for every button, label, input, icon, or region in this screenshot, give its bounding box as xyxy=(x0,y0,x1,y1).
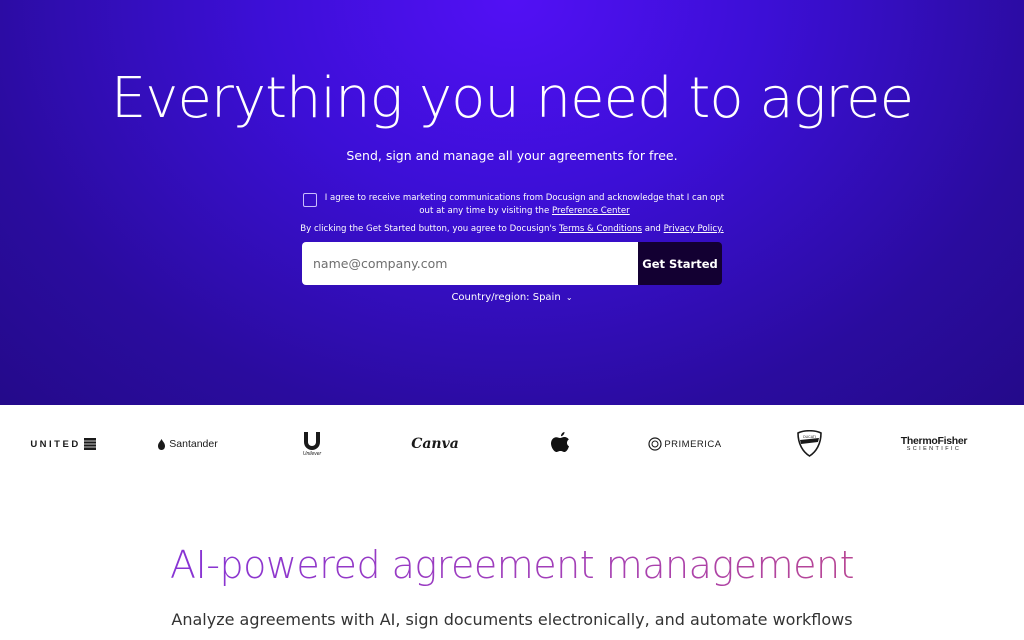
country-region-selector[interactable]: Country/region: Spain ⌄ xyxy=(0,292,1024,303)
hero-section: Everything you need to agree Send, sign … xyxy=(0,0,1024,405)
email-input[interactable] xyxy=(302,242,638,285)
privacy-link[interactable]: Privacy Policy. xyxy=(664,224,724,234)
region-label: Country/region: xyxy=(451,292,530,303)
ducati-wordmark: DUCATI xyxy=(803,435,816,439)
marketing-consent-checkbox[interactable] xyxy=(303,193,317,207)
united-logo: UNITED xyxy=(29,429,97,459)
preference-center-link[interactable]: Preference Center xyxy=(552,206,630,216)
terms-link[interactable]: Terms & Conditions xyxy=(559,224,642,234)
united-wordmark: UNITED xyxy=(30,438,81,450)
consent-text: I agree to receive marketing communicati… xyxy=(322,192,727,218)
apple-icon xyxy=(551,432,569,452)
consent-label: I agree to receive marketing communicati… xyxy=(324,193,725,216)
apple-logo xyxy=(547,429,573,459)
ducati-shield-icon: DUCATI xyxy=(796,430,822,457)
scientific-wordmark: SCIENTIFIC xyxy=(906,446,962,452)
legal-notice: By clicking the Get Started button, you … xyxy=(0,224,1024,234)
thermofisher-wordmark: ThermoFisher xyxy=(900,434,968,447)
legal-prefix: By clicking the Get Started button, you … xyxy=(300,224,560,234)
get-started-button[interactable]: Get Started xyxy=(638,242,722,285)
hero-title: Everything you need to agree xyxy=(110,66,914,131)
ducati-logo: DUCATI xyxy=(794,429,824,459)
region-value: Spain xyxy=(532,292,561,303)
santander-logo: Santander xyxy=(154,429,220,459)
section-title: AI-powered agreement management xyxy=(0,543,1024,587)
legal-and: and xyxy=(641,224,664,234)
unilever-wordmark: Unilever xyxy=(302,451,322,457)
unilever-u-icon xyxy=(304,432,320,450)
united-globe-icon xyxy=(83,438,96,450)
signup-form: Get Started xyxy=(302,242,722,285)
primerica-emblem-icon xyxy=(648,437,662,451)
section-subtitle: Analyze agreements with AI, sign documen… xyxy=(171,610,853,629)
santander-flame-icon xyxy=(158,438,166,450)
thermofisher-logo: ThermoFisher SCIENTIFIC xyxy=(898,429,970,459)
primerica-logo: PRIMERICA xyxy=(648,429,722,459)
canva-logo: Canva xyxy=(410,429,460,459)
chevron-down-icon: ⌄ xyxy=(565,293,573,302)
canva-wordmark: Canva xyxy=(411,436,459,452)
unilever-logo: Unilever xyxy=(297,429,327,459)
hero-subtitle: Send, sign and manage all your agreement… xyxy=(346,148,678,163)
customer-logos: UNITED Santander Unilever Canva PRIMERIC… xyxy=(0,405,1024,485)
primerica-wordmark: PRIMERICA xyxy=(664,438,722,450)
santander-wordmark: Santander xyxy=(169,438,218,450)
